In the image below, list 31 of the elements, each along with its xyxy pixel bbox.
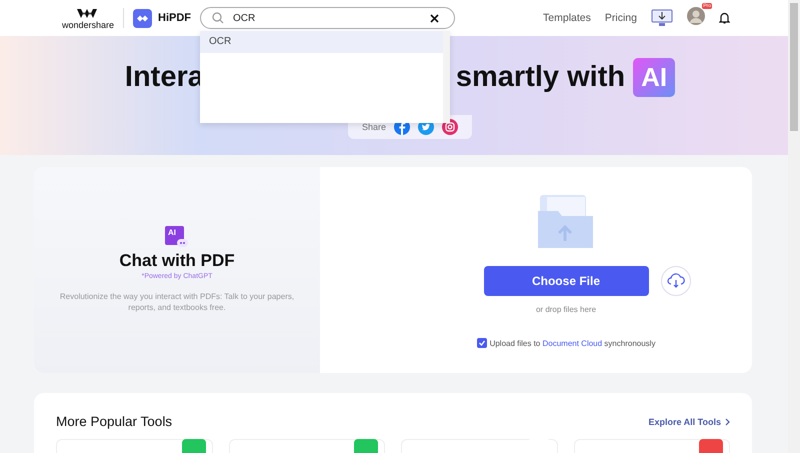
instagram-icon[interactable] — [442, 119, 458, 135]
product-name[interactable]: HiPDF — [158, 12, 192, 24]
drop-hint: or drop files here — [536, 305, 596, 314]
scrollbar[interactable] — [443, 31, 450, 123]
scrollbar-thumb[interactable] — [790, 3, 798, 131]
choose-file-button[interactable]: Choose File — [484, 266, 648, 296]
hipdf-logo-icon — [133, 8, 152, 28]
chat-title: Chat with PDF — [119, 251, 235, 271]
sync-checkbox[interactable] — [476, 338, 487, 348]
folder-upload-icon — [537, 193, 595, 251]
search-icon — [212, 12, 224, 24]
chevron-right-icon[interactable] — [725, 418, 730, 426]
cloud-upload-icon[interactable] — [660, 266, 690, 296]
wondershare-logo-icon — [77, 6, 100, 18]
ai-badge: AI — [633, 58, 676, 97]
avatar[interactable] — [687, 6, 705, 24]
hero-title: Intera — [124, 61, 204, 94]
search-field[interactable]: OCR — [200, 7, 456, 29]
close-icon[interactable] — [430, 14, 440, 22]
hero-title: smartly with — [456, 61, 626, 94]
bell-icon[interactable] — [719, 12, 730, 24]
chat-description: Revolutionize the way you interact with PDFs: Talk to your papers, reports, and textbooks free. — [58, 291, 296, 313]
nav-link[interactable]: Pricing — [604, 12, 637, 24]
brand-name: wondershare — [62, 20, 114, 30]
nav-link[interactable]: Templates — [543, 12, 591, 24]
section-title: More Popular Tools — [56, 414, 172, 429]
explore-all-link[interactable]: Explore All Tools — [648, 416, 721, 426]
desktop-download-icon[interactable] — [651, 9, 673, 27]
share-label: Share — [362, 122, 386, 132]
document-cloud-link[interactable]: Document Cloud — [542, 338, 602, 348]
sync-label: Upload files to Document Cloud synchronously — [490, 338, 656, 348]
